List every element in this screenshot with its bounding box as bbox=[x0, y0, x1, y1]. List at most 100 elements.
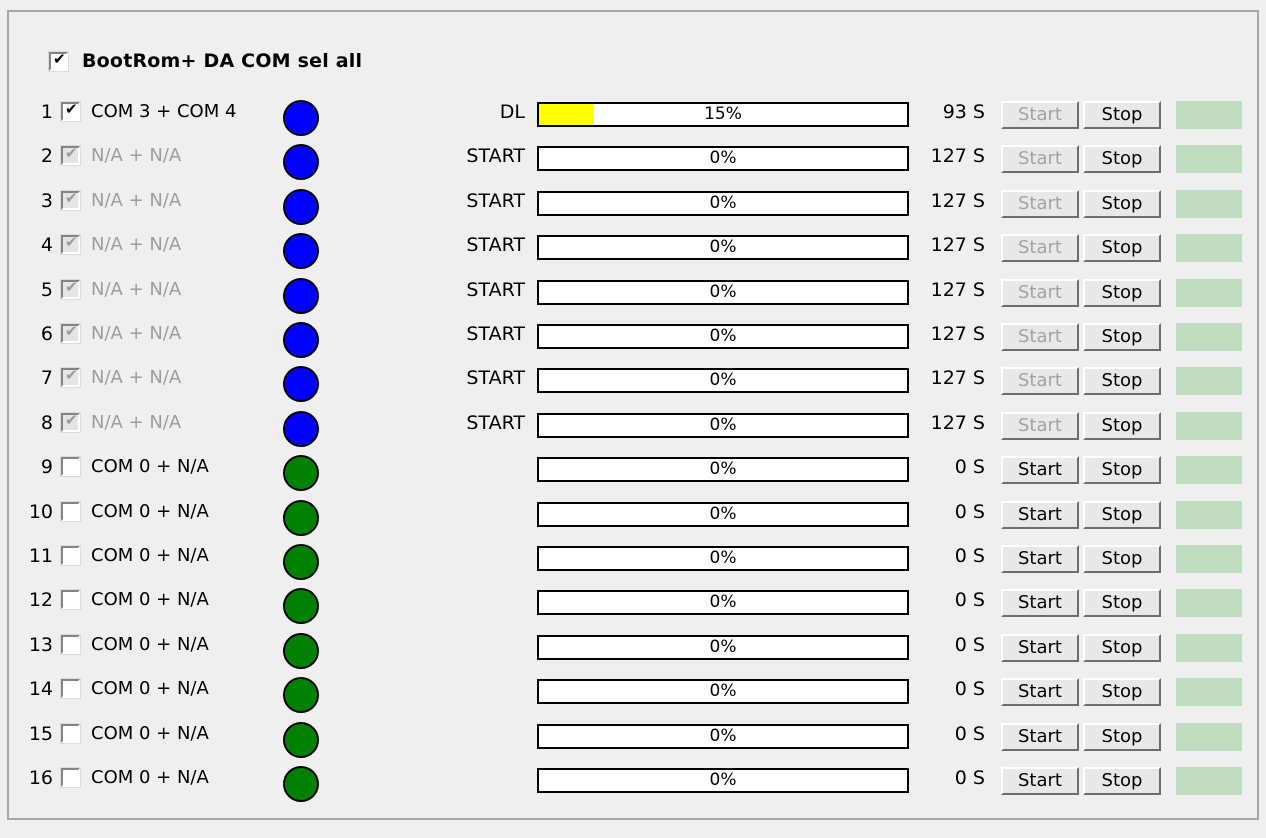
row-port-label: COM 0 + N/A bbox=[91, 722, 209, 744]
row-status-box bbox=[1176, 767, 1242, 795]
check-icon: ✔ bbox=[65, 366, 78, 385]
stop-button[interactable]: Stop bbox=[1083, 456, 1161, 485]
row-enable-checkbox: ✔ bbox=[60, 234, 81, 256]
stop-button[interactable]: Stop bbox=[1083, 411, 1161, 440]
row-enable-checkbox[interactable] bbox=[60, 456, 81, 478]
row-elapsed-seconds: 0 S bbox=[954, 633, 985, 656]
row-enable-checkbox: ✔ bbox=[60, 145, 81, 167]
row-elapsed-seconds: 127 S bbox=[930, 367, 985, 390]
status-led-icon bbox=[283, 499, 319, 536]
port-row: 11 COM 0 + N/A 0% 0 S Start Stop bbox=[9, 536, 1257, 580]
port-row: 9 COM 0 + N/A 0% 0 S Start Stop bbox=[9, 447, 1257, 492]
stop-button[interactable]: Stop bbox=[1083, 589, 1161, 618]
row-progress-bar: 0% bbox=[537, 412, 909, 438]
port-row: 3 ✔ N/A + N/A START 0% 127 S Start Stop bbox=[9, 181, 1257, 225]
row-progress-bar: 0% bbox=[537, 679, 909, 705]
stop-button[interactable]: Stop bbox=[1083, 323, 1161, 351]
progress-percent-text: 0% bbox=[709, 592, 737, 613]
progress-percent-text: 0% bbox=[709, 414, 737, 435]
row-status-box bbox=[1176, 633, 1242, 662]
row-progress-bar: 0% bbox=[537, 457, 909, 483]
stop-button[interactable]: Stop bbox=[1083, 278, 1161, 307]
check-icon: ✔ bbox=[65, 322, 78, 340]
stop-button[interactable]: Stop bbox=[1083, 678, 1161, 707]
check-icon: ✔ bbox=[53, 49, 66, 68]
row-status-box bbox=[1176, 189, 1242, 218]
select-all-label: BootRom+ DA COM sel all bbox=[82, 50, 363, 72]
start-button[interactable]: Start bbox=[1001, 767, 1079, 795]
row-status-box bbox=[1176, 278, 1242, 307]
row-elapsed-seconds: 0 S bbox=[954, 722, 985, 745]
start-button[interactable]: Start bbox=[1001, 722, 1079, 751]
stop-button[interactable]: Stop bbox=[1083, 367, 1161, 396]
stop-button[interactable]: Stop bbox=[1083, 722, 1161, 751]
row-port-label: N/A + N/A bbox=[91, 323, 182, 344]
row-enable-checkbox: ✔ bbox=[60, 366, 81, 389]
stop-button[interactable]: Stop bbox=[1083, 633, 1161, 662]
row-port-label: COM 0 + N/A bbox=[91, 633, 209, 655]
status-led-icon bbox=[283, 322, 319, 358]
check-icon bbox=[65, 680, 78, 693]
row-port-label: COM 3 + COM 4 bbox=[91, 101, 237, 122]
row-enable-checkbox[interactable] bbox=[60, 633, 81, 655]
row-enable-checkbox[interactable] bbox=[60, 589, 81, 611]
check-icon bbox=[65, 503, 78, 516]
row-port-label: N/A + N/A bbox=[91, 278, 182, 300]
check-icon: ✔ bbox=[65, 188, 78, 207]
row-progress-bar: 0% bbox=[537, 634, 909, 660]
stop-button[interactable]: Stop bbox=[1083, 189, 1161, 218]
row-status-box bbox=[1176, 722, 1242, 751]
port-row: 10 COM 0 + N/A 0% 0 S Start Stop bbox=[9, 492, 1257, 536]
row-index-label: 12 bbox=[28, 589, 53, 612]
start-button[interactable]: Start bbox=[1001, 633, 1079, 662]
row-status-box bbox=[1176, 589, 1242, 618]
port-row: 1 ✔ COM 3 + COM 4 DL 15% 93 S Start Stop bbox=[9, 92, 1257, 136]
row-index-label: 2 bbox=[40, 145, 53, 168]
row-port-label: COM 0 + N/A bbox=[91, 589, 209, 611]
check-icon: ✔ bbox=[65, 277, 78, 296]
row-elapsed-seconds: 127 S bbox=[930, 234, 985, 257]
row-status-box bbox=[1176, 234, 1242, 263]
row-stage-label: START bbox=[466, 278, 525, 301]
row-index-label: 14 bbox=[28, 678, 53, 701]
row-elapsed-seconds: 0 S bbox=[954, 456, 985, 479]
row-enable-checkbox[interactable]: ✔ bbox=[60, 101, 81, 122]
row-elapsed-seconds: 127 S bbox=[930, 145, 985, 168]
row-elapsed-seconds: 0 S bbox=[954, 767, 985, 789]
row-progress-bar: 0% bbox=[537, 146, 909, 172]
status-led-icon bbox=[283, 632, 319, 669]
start-button: Start bbox=[1001, 323, 1079, 351]
stop-button[interactable]: Stop bbox=[1083, 500, 1161, 529]
start-button[interactable]: Start bbox=[1001, 589, 1079, 618]
row-index-label: 8 bbox=[40, 411, 53, 434]
row-index-label: 11 bbox=[28, 545, 53, 567]
progress-percent-text: 0% bbox=[709, 370, 737, 391]
row-index-label: 15 bbox=[28, 722, 53, 745]
row-enable-checkbox[interactable] bbox=[60, 678, 81, 700]
row-enable-checkbox[interactable] bbox=[60, 500, 81, 522]
check-icon bbox=[65, 769, 78, 782]
row-stage-label: START bbox=[466, 189, 525, 212]
row-port-label: COM 0 + N/A bbox=[91, 545, 209, 566]
row-stage-label: DL bbox=[499, 101, 525, 123]
port-row: 15 COM 0 + N/A 0% 0 S Start Stop bbox=[9, 714, 1257, 758]
start-button[interactable]: Start bbox=[1001, 456, 1079, 485]
status-led-icon bbox=[283, 677, 319, 714]
download-panel-frame: ✔ BootRom+ DA COM sel all 1 ✔ COM 3 + COM … bbox=[7, 10, 1259, 820]
select-all-checkbox[interactable]: ✔ bbox=[48, 49, 69, 72]
stop-button[interactable]: Stop bbox=[1083, 101, 1161, 129]
stop-button[interactable]: Stop bbox=[1083, 234, 1161, 263]
stop-button[interactable]: Stop bbox=[1083, 767, 1161, 795]
status-led-icon bbox=[283, 188, 319, 225]
progress-percent-text: 0% bbox=[709, 503, 737, 524]
start-button[interactable]: Start bbox=[1001, 545, 1079, 573]
row-enable-checkbox[interactable] bbox=[60, 722, 81, 744]
status-led-icon bbox=[283, 766, 319, 802]
stop-button[interactable]: Stop bbox=[1083, 545, 1161, 573]
start-button[interactable]: Start bbox=[1001, 678, 1079, 707]
start-button[interactable]: Start bbox=[1001, 500, 1079, 529]
port-row: 5 ✔ N/A + N/A START 0% 127 S Start Stop bbox=[9, 270, 1257, 314]
row-enable-checkbox[interactable] bbox=[60, 767, 81, 788]
stop-button[interactable]: Stop bbox=[1083, 145, 1161, 174]
row-enable-checkbox[interactable] bbox=[60, 545, 81, 566]
